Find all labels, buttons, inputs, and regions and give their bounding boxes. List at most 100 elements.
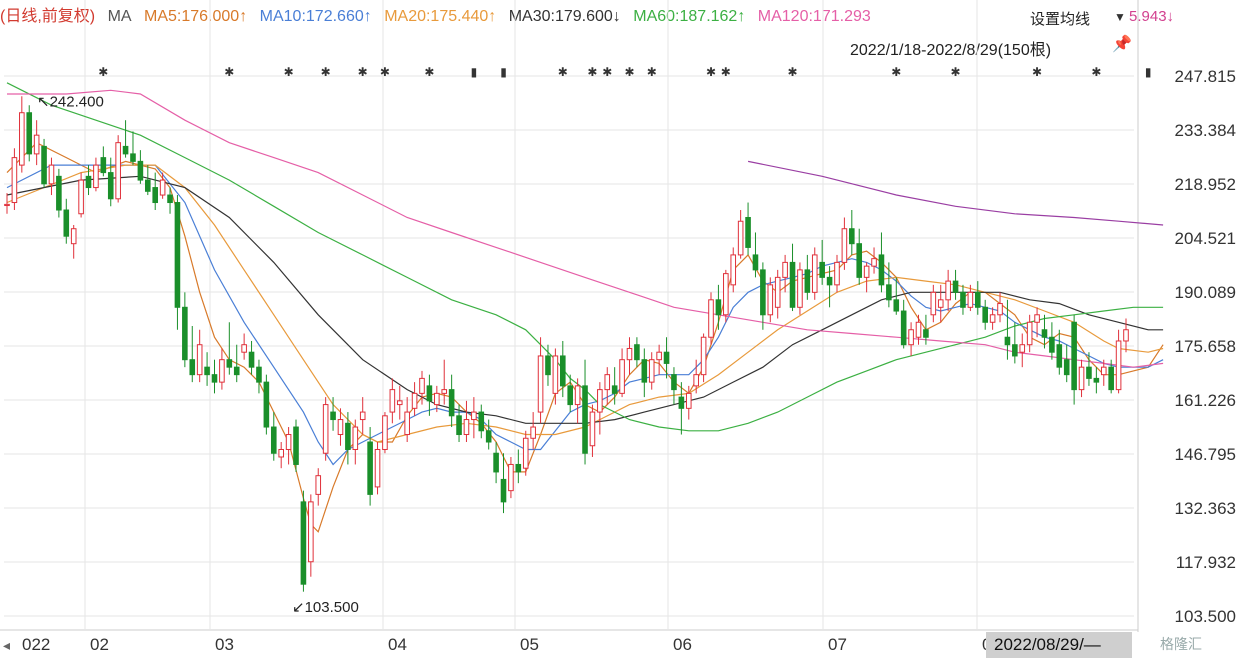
candle-body — [330, 411, 336, 421]
candle-body — [182, 306, 188, 361]
candle-body — [63, 209, 70, 237]
candle-body — [196, 344, 203, 376]
candle-body — [1071, 321, 1077, 391]
candle-body — [382, 415, 388, 450]
y-tick-label: 233.384 — [1175, 121, 1236, 140]
candle-body — [1034, 314, 1040, 323]
candle-body — [663, 351, 670, 364]
candle-body — [1093, 377, 1100, 383]
event-star-marker: ✱ — [424, 65, 434, 79]
candle-body — [359, 411, 366, 421]
event-star-marker: ✱ — [558, 65, 568, 79]
candle-body — [41, 145, 47, 185]
candle-body — [33, 134, 40, 155]
event-star-marker: ✱ — [380, 65, 390, 79]
event-star-marker: ✱ — [787, 65, 797, 79]
candle-body — [485, 430, 492, 443]
candle-body — [685, 392, 692, 409]
event-bar-marker: ▮ — [500, 65, 507, 79]
candle-body — [396, 400, 403, 406]
candle-body — [278, 448, 284, 458]
y-tick-label: 103.500 — [1175, 607, 1236, 626]
candle-body — [315, 475, 322, 495]
x-tick-label: 07 — [828, 635, 847, 654]
candle-body — [322, 404, 329, 454]
x-tick-label: 06 — [673, 635, 692, 654]
candle-body — [4, 203, 10, 207]
candle-body — [945, 280, 951, 301]
candle-body — [434, 392, 440, 406]
candle-body — [1049, 336, 1055, 353]
candle-body — [122, 145, 129, 155]
candle-body — [389, 389, 396, 413]
candle-body — [752, 254, 759, 271]
candle-body — [989, 314, 996, 323]
x-tick-label: 02 — [90, 635, 109, 654]
candle-body — [656, 351, 662, 361]
candlestick-plot[interactable]: 247.815 233.384 218.952 204.521 190.089 175.6… — [0, 0, 1242, 658]
candle-body — [233, 366, 240, 376]
candle-body — [552, 355, 559, 394]
watermark: 格隆汇 — [1160, 636, 1202, 652]
event-star-marker: ✱ — [284, 65, 294, 79]
candle-body — [374, 448, 381, 488]
candle-body — [145, 179, 151, 192]
candle-body — [611, 385, 618, 394]
candle-body — [1026, 321, 1033, 346]
ma120-line — [7, 89, 1164, 368]
high-annotation: ↖242.400 — [37, 93, 104, 110]
candle-body — [1123, 329, 1129, 342]
stock-chart[interactable]: (日线,前复权) MA MA5:176.000↑ MA10:172.660↑ M… — [0, 0, 1242, 658]
candle-body — [923, 329, 929, 338]
candle-body — [849, 228, 855, 245]
candle-body — [834, 261, 840, 286]
crosshair-date-label: 2022/08/29/— — [986, 632, 1132, 658]
candle-body — [723, 273, 729, 316]
event-star-marker: ✱ — [891, 65, 901, 79]
candle-body — [308, 501, 314, 563]
candle-body — [352, 426, 359, 450]
candle-body — [767, 284, 774, 316]
x-tick-label: 022 — [22, 635, 50, 654]
candle-body — [982, 306, 988, 323]
candle-body — [597, 389, 603, 413]
candle-body — [152, 187, 159, 204]
candle-body — [634, 344, 640, 361]
candle-body — [678, 396, 685, 409]
candle-body — [641, 359, 648, 383]
candle-body — [226, 359, 233, 368]
candle-body — [300, 501, 307, 585]
candle-body — [56, 175, 62, 211]
candle-body — [804, 269, 811, 293]
candle-body — [211, 374, 218, 383]
candle-body — [500, 478, 507, 503]
candle-body — [930, 291, 937, 316]
candle-body — [367, 441, 373, 495]
candle-body — [78, 179, 84, 215]
y-tick-label: 117.932 — [1176, 553, 1236, 572]
event-bar-marker: ▮ — [471, 65, 478, 79]
candle-body — [1115, 340, 1122, 391]
candle-body — [745, 216, 751, 248]
candle-body — [671, 374, 677, 391]
x-tick-label: 05 — [520, 635, 539, 654]
candle-body — [908, 329, 914, 346]
event-bar-marker: ▮ — [1145, 65, 1152, 79]
x-tick-label: 03 — [215, 635, 234, 654]
candle-body — [856, 243, 863, 278]
candle-body — [404, 411, 410, 436]
candle-body — [411, 392, 418, 409]
candle-body — [522, 437, 529, 469]
y-tick-label: 190.089 — [1175, 283, 1236, 302]
candle-body — [93, 164, 99, 189]
candle-body — [774, 276, 781, 308]
event-star-marker: ✱ — [1032, 65, 1042, 79]
candle-body — [345, 422, 351, 450]
scroll-left-icon[interactable]: ◂ — [3, 638, 10, 654]
event-star-marker: ✱ — [624, 65, 634, 79]
candle-body — [974, 291, 981, 308]
candle-body — [85, 175, 92, 189]
candle-body — [604, 374, 611, 391]
candle-body — [19, 112, 25, 166]
event-star-marker: ✱ — [647, 65, 657, 79]
